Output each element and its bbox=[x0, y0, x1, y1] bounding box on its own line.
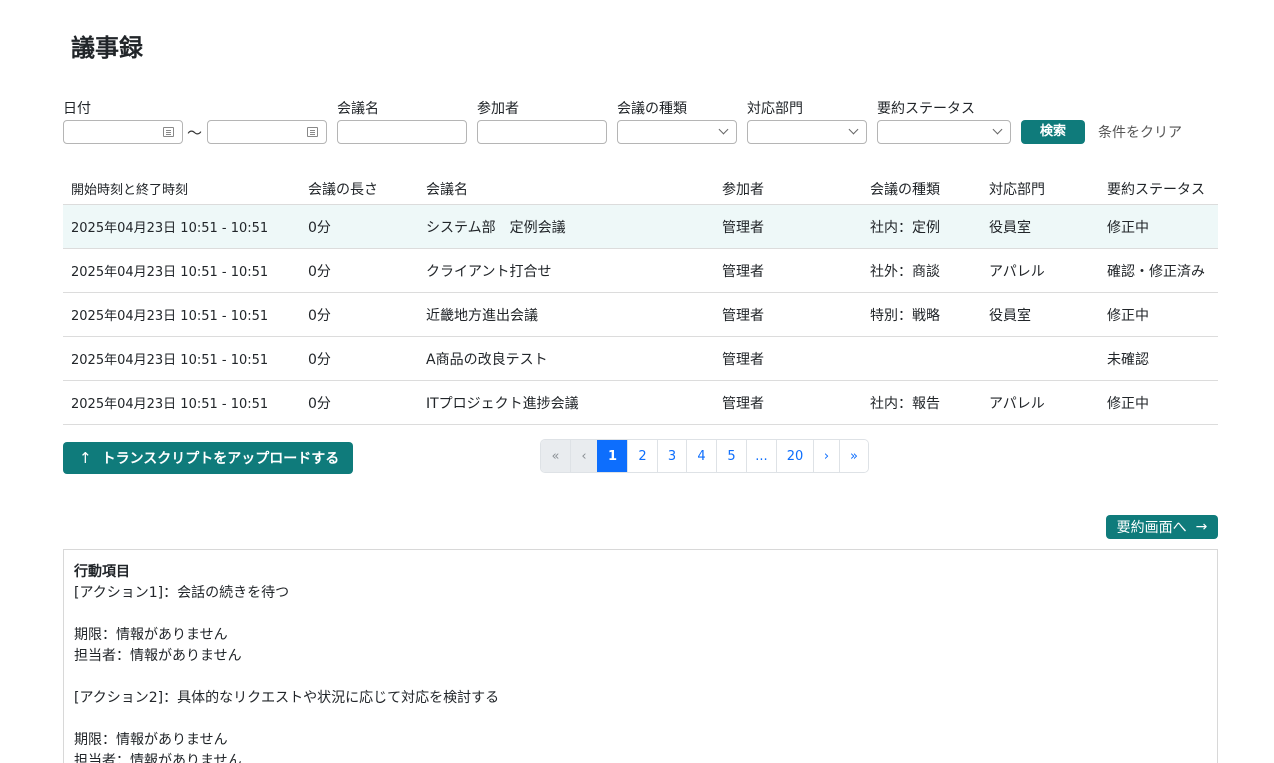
calendar-icon[interactable] bbox=[307, 127, 318, 137]
meeting-name-cell: クライアント打合せ bbox=[426, 263, 552, 280]
duration-cell: 0分 bbox=[308, 263, 331, 280]
meeting-type-cell: 社外：商談 bbox=[870, 263, 940, 280]
datetime-cell: 2025年04月23日 10:51 - 10:51 bbox=[71, 265, 269, 280]
column-header[interactable]: 要約ステータス bbox=[1107, 172, 1205, 204]
page-ellipsis: ... bbox=[746, 440, 776, 472]
participant-cell: 管理者 bbox=[722, 351, 764, 368]
summary-panel: 行動項目 [アクション1]：会話の続きを待つ 期限：情報がありません 担当者：情… bbox=[63, 549, 1218, 763]
summary-line: [アクション2]：具体的なリクエストや状況に応じて対応を検討する bbox=[74, 690, 500, 706]
summary-blank-line bbox=[74, 667, 1207, 688]
meeting-type-cell: 特別：戦略 bbox=[870, 307, 940, 324]
participant-input[interactable] bbox=[477, 120, 607, 144]
datetime-cell: 2025年04月23日 10:51 - 10:51 bbox=[71, 309, 269, 324]
datetime-cell: 2025年04月23日 10:51 - 10:51 bbox=[71, 397, 269, 412]
table-row[interactable]: 2025年04月23日 10:51 - 10:51 0分 ITプロジェクト進捗会… bbox=[63, 381, 1218, 425]
department-cell: アパレル bbox=[989, 263, 1045, 280]
status-cell: 修正中 bbox=[1107, 307, 1149, 324]
meeting-type-label: 会議の種類 bbox=[617, 101, 687, 117]
status-cell: 修正中 bbox=[1107, 219, 1149, 236]
first-page-button[interactable]: « bbox=[541, 440, 570, 472]
participant-label: 参加者 bbox=[477, 101, 519, 117]
upload-transcript-button[interactable]: ↑ トランスクリプトをアップロードする bbox=[63, 442, 353, 474]
upload-transcript-label: トランスクリプトをアップロードする bbox=[101, 451, 340, 467]
column-header[interactable]: 会議の種類 bbox=[870, 172, 940, 204]
department-cell: アパレル bbox=[989, 395, 1045, 412]
summary-status-select[interactable] bbox=[877, 120, 1011, 144]
column-header[interactable]: 会議名 bbox=[426, 172, 468, 204]
status-cell: 修正中 bbox=[1107, 395, 1149, 412]
summary-line: 期限：情報がありません bbox=[74, 627, 228, 643]
department-select[interactable] bbox=[747, 120, 867, 144]
meeting-name-input[interactable] bbox=[337, 120, 467, 144]
table-row[interactable]: 2025年04月23日 10:51 - 10:51 0分 近畿地方進出会議 管理… bbox=[63, 293, 1218, 337]
table-header: 開始時刻と終了時刻 会議の長さ 会議名 参加者 会議の種類 対応部門 要約ステー… bbox=[63, 172, 1218, 205]
page-title: 議事録 bbox=[71, 34, 143, 62]
participant-cell: 管理者 bbox=[722, 307, 764, 324]
pagination: « ‹ 1 2 3 4 5 ... 20 › » bbox=[540, 439, 869, 473]
department-cell: 役員室 bbox=[989, 307, 1031, 324]
chevron-down-icon bbox=[718, 124, 729, 135]
go-to-summary-button[interactable]: 要約画面へ → bbox=[1106, 515, 1218, 539]
status-cell: 確認・修正済み bbox=[1107, 263, 1205, 280]
meeting-name-label: 会議名 bbox=[337, 101, 379, 117]
date-from-input[interactable] bbox=[63, 120, 183, 144]
status-cell: 未確認 bbox=[1107, 351, 1149, 368]
page-button-3[interactable]: 3 bbox=[657, 440, 686, 472]
arrow-up-icon: ↑ bbox=[79, 449, 92, 467]
table-row[interactable]: 2025年04月23日 10:51 - 10:51 0分 A商品の改良テスト 管… bbox=[63, 337, 1218, 381]
page-button-4[interactable]: 4 bbox=[686, 440, 716, 472]
summary-blank-line bbox=[74, 604, 1207, 625]
participant-cell: 管理者 bbox=[722, 263, 764, 280]
datetime-cell: 2025年04月23日 10:51 - 10:51 bbox=[71, 221, 269, 236]
meetings-table: 開始時刻と終了時刻 会議の長さ 会議名 参加者 会議の種類 対応部門 要約ステー… bbox=[63, 172, 1218, 425]
summary-status-label: 要約ステータス bbox=[877, 101, 975, 117]
meeting-name-cell: A商品の改良テスト bbox=[426, 351, 548, 368]
prev-page-button[interactable]: ‹ bbox=[570, 440, 597, 472]
page-button-1[interactable]: 1 bbox=[597, 440, 627, 472]
page-button-2[interactable]: 2 bbox=[627, 440, 657, 472]
date-range-separator: 〜 bbox=[187, 124, 203, 142]
summary-line: 担当者：情報がありません bbox=[74, 648, 242, 664]
summary-line: 担当者：情報がありません bbox=[74, 753, 242, 763]
participant-cell: 管理者 bbox=[722, 219, 764, 236]
department-label: 対応部門 bbox=[747, 101, 803, 117]
column-header[interactable]: 開始時刻と終了時刻 bbox=[71, 172, 188, 204]
column-header[interactable]: 参加者 bbox=[722, 172, 764, 204]
column-header[interactable]: 会議の長さ bbox=[308, 172, 378, 204]
clear-conditions-button[interactable]: 条件をクリア bbox=[1098, 122, 1182, 142]
meeting-type-cell: 社内：定例 bbox=[870, 219, 940, 236]
meeting-name-cell: ITプロジェクト進捗会議 bbox=[426, 395, 579, 412]
meeting-name-cell: 近畿地方進出会議 bbox=[426, 307, 538, 324]
meeting-name-cell: システム部 定例会議 bbox=[426, 219, 566, 236]
summary-heading: 行動項目 bbox=[74, 564, 130, 580]
search-button[interactable]: 検索 bbox=[1021, 120, 1085, 144]
datetime-cell: 2025年04月23日 10:51 - 10:51 bbox=[71, 353, 269, 368]
page-button-5[interactable]: 5 bbox=[716, 440, 746, 472]
calendar-icon[interactable] bbox=[163, 127, 174, 137]
go-to-summary-label: 要約画面へ bbox=[1116, 520, 1187, 536]
chevron-down-icon bbox=[848, 124, 859, 135]
duration-cell: 0分 bbox=[308, 395, 331, 412]
duration-cell: 0分 bbox=[308, 219, 331, 236]
next-page-button[interactable]: › bbox=[813, 440, 839, 472]
summary-line: 期限：情報がありません bbox=[74, 732, 228, 748]
date-label: 日付 bbox=[63, 101, 91, 117]
date-to-input[interactable] bbox=[207, 120, 327, 144]
chevron-down-icon bbox=[992, 124, 1003, 135]
summary-line: [アクション1]：会話の続きを待つ bbox=[74, 585, 290, 601]
arrow-right-icon: → bbox=[1195, 519, 1208, 535]
meeting-type-cell: 社内：報告 bbox=[870, 395, 940, 412]
duration-cell: 0分 bbox=[308, 307, 331, 324]
summary-blank-line bbox=[74, 709, 1207, 730]
page-button-20[interactable]: 20 bbox=[776, 440, 813, 472]
duration-cell: 0分 bbox=[308, 351, 331, 368]
last-page-button[interactable]: » bbox=[839, 440, 868, 472]
column-header[interactable]: 対応部門 bbox=[989, 172, 1045, 204]
table-row[interactable]: 2025年04月23日 10:51 - 10:51 0分 システム部 定例会議 … bbox=[63, 205, 1218, 249]
table-row[interactable]: 2025年04月23日 10:51 - 10:51 0分 クライアント打合せ 管… bbox=[63, 249, 1218, 293]
department-cell: 役員室 bbox=[989, 219, 1031, 236]
participant-cell: 管理者 bbox=[722, 395, 764, 412]
meeting-type-select[interactable] bbox=[617, 120, 737, 144]
